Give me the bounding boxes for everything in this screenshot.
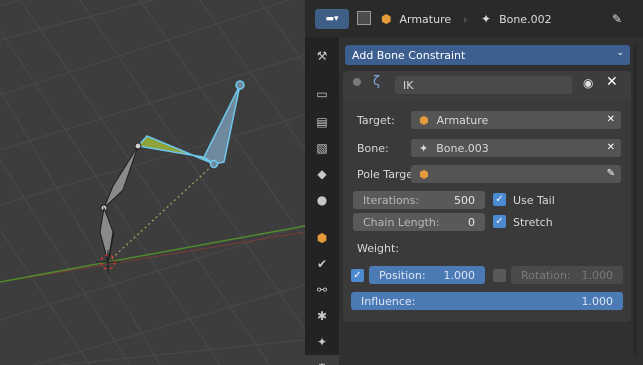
3d-viewport[interactable] <box>0 0 305 365</box>
add-bone-constraint-button[interactable]: Add Bone Constraint ⌄ <box>345 45 630 65</box>
weight-label: Weight: <box>357 242 400 255</box>
constraint-panel: ζ IK ◉ ✕ Target: ⬢ Armature ✕ Bone: ✦ Bo… <box>343 71 631 322</box>
object-icon: ⬢ <box>419 167 429 181</box>
scene-tab-icon[interactable]: ◆ <box>305 161 339 187</box>
output-tab-icon[interactable]: ▤ <box>305 109 339 135</box>
editor-type-button[interactable]: ▬▾ <box>315 9 349 29</box>
bone-field[interactable]: ✦ Bone.003 ✕ <box>411 139 621 157</box>
rotation-checkbox[interactable] <box>493 269 506 282</box>
position-slider[interactable]: Position: 1.000 <box>369 266 485 284</box>
world-tab-icon[interactable]: ● <box>305 187 339 213</box>
view-layer-tab-icon[interactable]: ▧ <box>305 135 339 161</box>
influence-slider[interactable]: Influence: 1.000 <box>351 292 623 310</box>
joint-upper[interactable] <box>134 142 142 150</box>
stretch-label: Stretch <box>513 216 553 229</box>
constraint-name-field[interactable]: IK <box>395 76 572 94</box>
modifier-tab-icon[interactable]: ✔ <box>305 251 339 277</box>
use-tail-label: Use Tail <box>513 194 555 207</box>
constraint-header: ζ IK ◉ ✕ <box>343 71 631 99</box>
close-icon[interactable]: ✕ <box>606 74 618 90</box>
bone-constraint-tab-icon[interactable]: ⚙ <box>305 355 339 365</box>
constraint-tab-icon[interactable]: ⚯ <box>305 277 339 303</box>
chevron-down-icon: ⌄ <box>616 48 624 58</box>
properties-header: ▬▾ ⬢ Armature › ✦ Bone.002 ✎ <box>305 0 643 37</box>
tool-tab-icon[interactable]: ⚒ <box>305 43 339 69</box>
use-tail-checkbox[interactable]: ✓ <box>493 193 506 206</box>
properties-tabs: ⚒ ▭ ▤ ▧ ◆ ● ⬢ ✔ ⚯ ✱ ✦ ⚙ <box>305 37 339 365</box>
pole-target-field[interactable]: ⬢ ✎ <box>411 165 621 183</box>
target-field[interactable]: ⬢ Armature ✕ <box>411 111 621 129</box>
bone-head-joint[interactable] <box>209 159 219 169</box>
bone-label: Bone: <box>357 142 389 155</box>
position-checkbox[interactable]: ✓ <box>351 269 364 282</box>
bone-tab-icon[interactable]: ✦ <box>305 329 339 355</box>
chain-length-field[interactable]: Chain Length: 0 <box>353 213 485 231</box>
blender-window: ▬▾ ⬢ Armature › ✦ Bone.002 ✎ ⚒ ▭ ▤ ▧ ◆ ●… <box>0 0 643 365</box>
armature-icon: ⬢ <box>381 12 392 26</box>
stretch-checkbox[interactable]: ✓ <box>493 215 506 228</box>
eyedropper-icon[interactable]: ✎ <box>607 168 615 179</box>
pin-icon[interactable]: ✎ <box>612 11 622 27</box>
breadcrumb-object[interactable]: ⬢ Armature <box>381 11 451 27</box>
bone-icon: ✦ <box>419 141 429 155</box>
clear-bone-icon[interactable]: ✕ <box>607 142 615 153</box>
armature-icon: ⬢ <box>419 113 429 127</box>
breadcrumb-separator-icon: › <box>463 12 468 26</box>
eye-icon[interactable]: ◉ <box>583 76 593 90</box>
panel-collapse-icon[interactable] <box>353 78 361 86</box>
object-tab-icon[interactable]: ⬢ <box>305 225 339 251</box>
bone-tail-joint[interactable] <box>235 80 245 90</box>
display-mode-icon[interactable] <box>357 11 371 25</box>
iterations-field[interactable]: Iterations: 500 <box>353 191 485 209</box>
target-label: Target: <box>357 114 395 127</box>
viewport-scene[interactable] <box>0 0 305 365</box>
render-tab-icon[interactable]: ▭ <box>305 81 339 107</box>
ik-constraint-icon: ζ <box>373 74 381 89</box>
armature-data-tab-icon[interactable]: ✱ <box>305 303 339 329</box>
rotation-slider[interactable]: Rotation: 1.000 <box>511 266 623 284</box>
breadcrumb-bone[interactable]: ✦ Bone.002 <box>481 11 552 27</box>
bone-icon: ✦ <box>481 12 492 26</box>
scrollbar[interactable] <box>633 45 637 355</box>
properties-panel: Add Bone Constraint ⌄ ζ IK ◉ ✕ Target: ⬢… <box>339 37 643 365</box>
clear-target-icon[interactable]: ✕ <box>607 114 615 125</box>
